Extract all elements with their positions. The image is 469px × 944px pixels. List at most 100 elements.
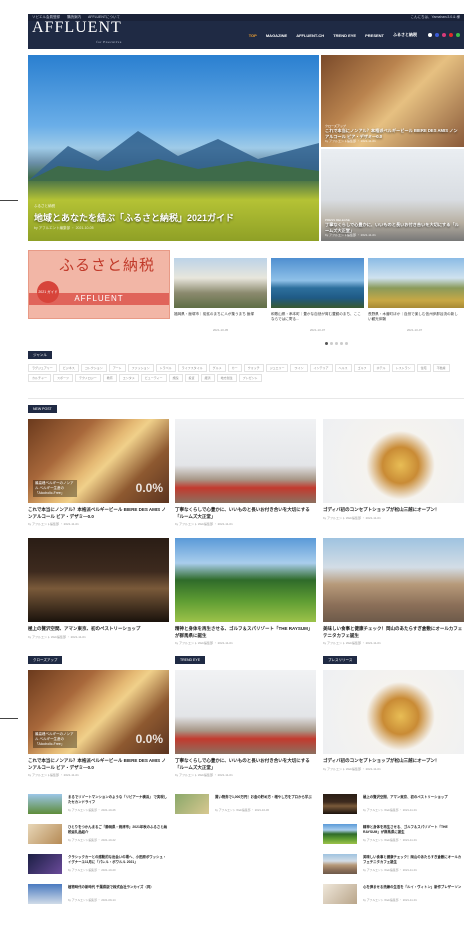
genre-tag[interactable]: 経済 (200, 374, 215, 382)
carousel-dot[interactable] (345, 342, 348, 345)
nav-item-magazine[interactable]: MAGAZINE (266, 33, 287, 38)
nav-item-furusato[interactable]: ふるさと納税 (393, 32, 417, 38)
mini-title[interactable]: 植物時代の新時代 千葉県版で株式会社ランカイズ（同） (68, 885, 168, 890)
post-title[interactable]: 極上の贅沢空間、アマン東京、初のペストリーショップ (28, 626, 169, 633)
genre-tag[interactable]: ホテル (372, 364, 390, 372)
side-title[interactable]: これで本当にノンアル？本格派ベルギービール BIERE DES AMIS ノンア… (325, 128, 460, 139)
genre-tag[interactable]: ビジネス (58, 364, 79, 372)
press-mini-4[interactable]: 心を弾ませる洗練の生活を「ルイ・ヴィトン」新作ブレザーソン by アフルエント … (323, 884, 464, 904)
mini-title[interactable]: 心を弾ませる洗練の生活を「ルイ・ヴィトン」新作ブレザーソン (363, 885, 463, 890)
genre-tag[interactable]: 地方創生 (216, 374, 237, 382)
closeup-mini-3[interactable]: クラシックカーとの感動的な出会いの場へ、小田原ボワッシュ・イグナーユ11月に「パ… (28, 854, 169, 874)
nav-item-present[interactable]: PRESENT (365, 33, 384, 38)
genre-tag[interactable]: ゴルフ (353, 364, 371, 372)
side-title[interactable]: 丁寧なくらしで心豊かに、いいものと長いお付き合いを大切にする「ルームズ大正堂」 (325, 222, 460, 233)
press-mini-2[interactable]: 精神と身体を再生させる、ゴルフ＆スパリゾート「THE RAYSUM」が群馬県に誕… (323, 824, 464, 844)
post-title[interactable]: ゴディバ初のコンセプトショップが松山三越にオープン！ (323, 507, 464, 514)
genre-tag[interactable]: アート (108, 364, 126, 372)
post-title[interactable]: 美味しい食事と健康チェック！岡山のあたらすぎ倉敷にオールカフェテニタカフェ誕生 (323, 626, 464, 639)
genre-tag[interactable]: 教育 (102, 374, 117, 382)
mini-title[interactable]: 美味しい食事と健康チェック！岡山のあたらすぎ倉敷にオールカフェテニタカフェ誕生 (363, 855, 463, 864)
carousel-dot[interactable] (340, 342, 343, 345)
post-title[interactable]: 精神と身体を再生させる、ゴルフ＆スパリゾート「THE RAYSUM」が群馬県に誕… (175, 626, 316, 639)
post-title[interactable]: 丁寧なくらしで心豊かに、いいものと長いお付き合いを大切にする「ルームズ大正堂」 (175, 507, 316, 520)
press-mini-3[interactable]: 美味しい食事と健康チェック！岡山のあたらすぎ倉敷にオールカフェテニタカフェ誕生 … (323, 854, 464, 874)
genre-tag[interactable]: ワイン (290, 364, 308, 372)
closeup-mini-1[interactable]: まるでリゾートマンションのような「リビアーナ横浜」 で実現したセカンドライフ b… (28, 794, 169, 814)
genre-tag[interactable]: スポーツ (52, 374, 73, 382)
hero-side-article-1[interactable]: クローズアップ これで本当にノンアル？本格派ベルギービール BIERE DES … (321, 55, 464, 147)
genre-tag[interactable]: ビューティー (140, 374, 167, 382)
youtube-icon[interactable] (449, 33, 453, 37)
search-icon[interactable] (428, 33, 432, 37)
post-card-4[interactable]: 極上の贅沢空間、アマン東京、初のペストリーショップ by アフルエント Web編… (28, 538, 169, 639)
post-card-1[interactable]: 最高峰ベルギーのノンアル ベルギー生産の「Alcoholic-Free」 0.0… (28, 419, 169, 526)
genre-tag[interactable]: 住宅 (416, 364, 431, 372)
line-icon[interactable] (456, 33, 460, 37)
mini-title[interactable]: 精神と身体を再生させる、ゴルフ＆スパリゾート「THE RAYSUM」が群馬県に誕… (363, 825, 463, 834)
carousel-title-3[interactable]: 長野県・木曽町ほか｜自然で楽しむ信州伊那谷流の新しい観光体験 (368, 312, 461, 322)
nav-item-top[interactable]: TOP (249, 33, 257, 38)
genre-tag[interactable]: インテリア (309, 364, 333, 372)
user-greeting[interactable]: こんにちは、Yamaharu3.0.& 様 (410, 15, 460, 20)
mini-title[interactable]: まるでリゾートマンションのような「リビアーナ横浜」 で実現したセカンドライフ (68, 795, 168, 804)
genre-tag[interactable]: カー (227, 364, 242, 372)
genre-tag[interactable]: エンタメ (118, 374, 139, 382)
site-logo[interactable]: AFFLUENT for Executive (32, 20, 122, 49)
genre-tag[interactable]: ウォッチ (243, 364, 264, 372)
trend-mini-1[interactable]: 買い物券で1,000万円！お金の貯め方・増やし方をプロから学ぶ by アフルエン… (175, 794, 316, 814)
carousel-dot[interactable] (325, 342, 328, 345)
facebook-icon[interactable] (435, 33, 439, 37)
genre-tag[interactable]: 投資 (184, 374, 199, 382)
hero-main-article[interactable]: ふるさと納税 地域とあなたを結ぶ「ふるさと納税」2021ガイド by アフルエン… (28, 55, 319, 241)
genre-tag[interactable]: ジュエリー (265, 364, 289, 372)
genre-tag[interactable]: プレゼント (238, 374, 262, 382)
genre-tag[interactable]: トラベル (155, 364, 176, 372)
nav-item-trend-eye[interactable]: TREND EYE (333, 33, 356, 38)
genre-tag[interactable]: ヘルス (334, 364, 352, 372)
nav-item-affluent-ch[interactable]: AFFLUENT-CH (296, 33, 324, 38)
genre-tag[interactable]: 旅館 (168, 374, 183, 382)
press-title[interactable]: ゴディバ初のコンセプトショップが松山三越にオープン！ (323, 758, 464, 765)
carousel-dot[interactable] (335, 342, 338, 345)
trend-feature[interactable]: 丁寧なくらしで心豊かに、いいものと長いお付き合いを大切にする「ルームズ大正堂」 … (175, 670, 316, 777)
press-mini-1[interactable]: 極上の贅沢空間、アマン東京、初のペストリーショップ by アフルエント Web編… (323, 794, 464, 814)
closeup-mini-2[interactable]: ひとりをつかんまるご「静岡県・焼津市」2021年秋のふるさと納税返礼品紹介 by… (28, 824, 169, 844)
post-card-6[interactable]: 美味しい食事と健康チェック！岡山のあたらすぎ倉敷にオールカフェテニタカフェ誕生 … (323, 538, 464, 645)
carousel-title-2[interactable]: 和歌山県・串本町｜豊かな自然が育む豊饒のまち、ここならではに寄る... (271, 312, 364, 322)
instagram-icon[interactable] (442, 33, 446, 37)
mini-title[interactable]: 買い物券で1,000万円！お金の貯め方・増やし方をプロから学ぶ (215, 795, 315, 800)
carousel-title-1[interactable]: 福岡県・飯塚市｜炭鉱のまちに人が集うまち 飯塚 (174, 312, 267, 317)
post-card-5[interactable]: 精神と身体を再生させる、ゴルフ＆スパリゾート「THE RAYSUM」が群馬県に誕… (175, 538, 316, 645)
genre-tag[interactable]: ライフスタイル (177, 364, 207, 372)
post-card-2[interactable]: 丁寧なくらしで心豊かに、いいものと長いお付き合いを大切にする「ルームズ大正堂」 … (175, 419, 316, 526)
hero-side-article-2[interactable]: PRESS RELEASE 丁寧なくらしで心豊かに、いいものと長いお付き合いを大… (321, 149, 464, 241)
genre-tag[interactable]: レストラン (391, 364, 415, 372)
carousel-dot[interactable] (330, 342, 333, 345)
mini-title[interactable]: ひとりをつかんまるご「静岡県・焼津市」2021年秋のふるさと納税返礼品紹介 (68, 825, 168, 834)
genre-tag[interactable]: カルチャー (28, 374, 51, 382)
hero-title[interactable]: 地域とあなたを結ぶ「ふるさと納税」2021ガイド (34, 211, 234, 224)
genre-tag[interactable]: グルメ (208, 364, 226, 372)
post-meta: by アフルエント Web編集部 ・ 2021-11-01 (175, 641, 233, 645)
mini-meta: by アフルエント Web編集部 ・ 2021-11-01 (363, 868, 417, 872)
closeup-feature[interactable]: 最高峰ベルギーのノンアル ベルギー生産の「Alcoholic-Free」 0.0… (28, 670, 169, 777)
carousel-thumb-1[interactable] (174, 258, 267, 308)
mini-title[interactable]: 極上の贅沢空間、アマン東京、初のペストリーショップ (363, 795, 463, 800)
trend-title[interactable]: 丁寧なくらしで心豊かに、いいものと長いお付き合いを大切にする「ルームズ大正堂」 (175, 758, 316, 771)
carousel-thumb-3[interactable] (368, 258, 464, 308)
genre-tag[interactable]: 不動産 (432, 364, 450, 372)
press-feature[interactable]: ゴディバ初のコンセプトショップが松山三越にオープン！ by アフルエント Web… (323, 670, 464, 771)
post-meta: by アフルエント Web編集部 ・ 2021-11-01 (323, 641, 381, 645)
furusato-banner[interactable]: ふるさと納税 AFFLUENT 2021 ガイド (28, 250, 170, 319)
genre-tag[interactable]: テクノロジー (74, 374, 101, 382)
closeup-mini-4[interactable]: 植物時代の新時代 千葉県版で株式会社ランカイズ（同） by アフルエント編集部 … (28, 884, 169, 904)
genre-tag[interactable]: コレクション (80, 364, 107, 372)
post-card-3[interactable]: ゴディバ初のコンセプトショップが松山三越にオープン！ by アフルエント Web… (323, 419, 464, 520)
carousel-thumb-2[interactable] (271, 258, 364, 308)
genre-tag[interactable]: ファッション (127, 364, 154, 372)
closeup-title[interactable]: これで本当にノンアル？本格派ベルギービール BIERE DES AMIS ノンア… (28, 758, 169, 771)
post-title[interactable]: これで本当にノンアル？本格派ベルギービール BIERE DES AMIS ノンア… (28, 507, 169, 520)
mini-title[interactable]: クラシックカーとの感動的な出会いの場へ、小田原ボワッシュ・イグナーユ11月に「パ… (68, 855, 168, 864)
genre-tag[interactable]: ラグジュアリー (28, 364, 57, 372)
